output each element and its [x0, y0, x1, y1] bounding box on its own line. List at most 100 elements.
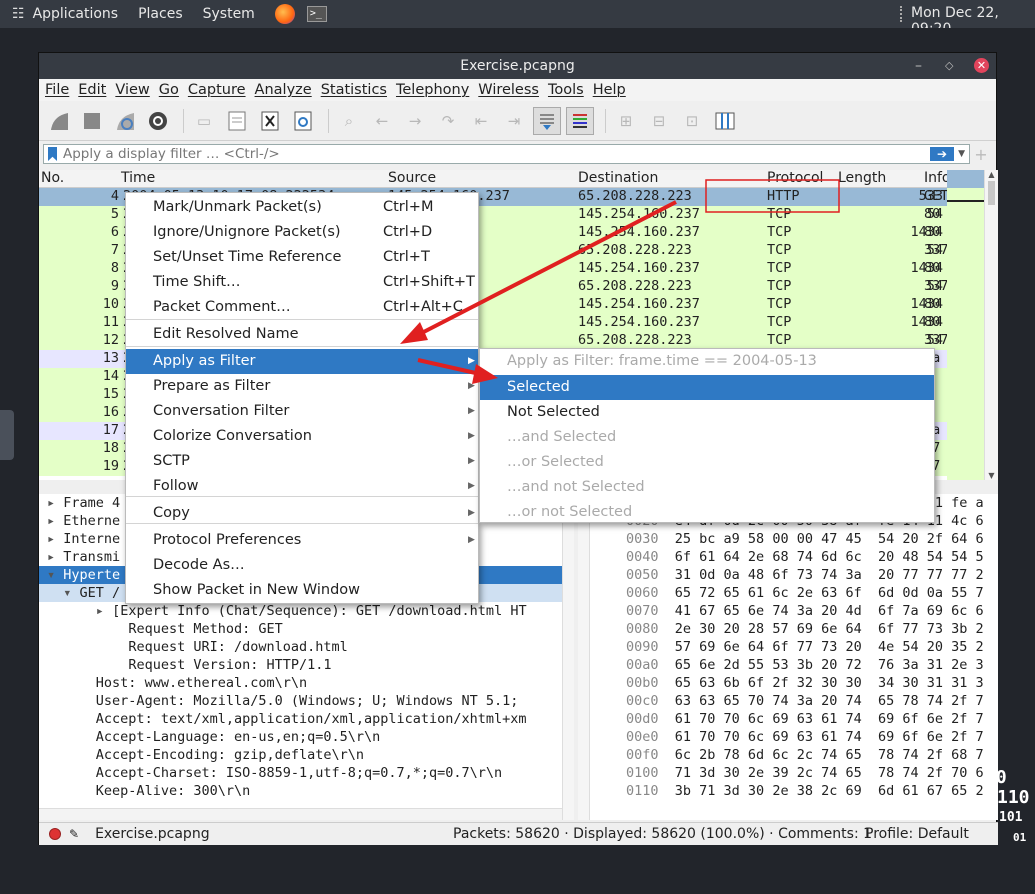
menu-item-apply-as-filter[interactable]: Apply as Filter ▶ — [126, 349, 478, 374]
menu-item-conversation-filter[interactable]: Conversation Filter ▶ — [126, 399, 478, 424]
expander-icon[interactable]: ▾ — [47, 567, 55, 583]
expander-icon[interactable]: ▸ — [47, 513, 55, 529]
expert-info-icon[interactable] — [49, 828, 61, 840]
expander-icon[interactable] — [80, 729, 88, 745]
terminal-icon[interactable]: >_ — [306, 6, 327, 22]
menu-item-ignore-unignore-packet-s[interactable]: Ignore/Unignore Packet(s) Ctrl+D — [126, 220, 478, 245]
add-filter-button-icon[interactable]: + — [970, 145, 992, 164]
menu-item-copy[interactable]: Copy ▶ — [126, 501, 478, 526]
expander-icon[interactable] — [80, 693, 88, 709]
hex-row[interactable]: 0060 65 72 65 61 6c 2e 63 6f 6d 0d 0a 55… — [578, 584, 998, 602]
reload-file-icon[interactable] — [289, 107, 317, 135]
submenu-item-1[interactable]: Selected — [480, 375, 934, 400]
menu-statistics[interactable]: Statistics — [321, 82, 387, 98]
menu-item-follow[interactable]: Follow ▶ — [126, 474, 478, 499]
expander-icon[interactable] — [112, 657, 120, 673]
zoom-in-icon[interactable]: ⊞ — [612, 107, 640, 135]
expander-icon[interactable]: ▸ — [47, 531, 55, 547]
detail-tree-item[interactable]: Keep-Alive: 300\r\n — [39, 782, 562, 800]
menu-item-prepare-as-filter[interactable]: Prepare as Filter ▶ — [126, 374, 478, 399]
go-back-icon[interactable]: ← — [368, 107, 396, 135]
col-no[interactable]: No. — [41, 170, 64, 186]
menu-item-decode-as[interactable]: Decode As… — [126, 553, 478, 578]
hex-row[interactable]: 00b0 65 63 6b 6f 2f 32 30 30 34 30 31 31… — [578, 674, 998, 692]
hex-row[interactable]: 0100 71 3d 30 2e 39 2c 74 65 78 74 2f 70… — [578, 764, 998, 782]
expander-icon[interactable] — [80, 675, 88, 691]
menu-item-sctp[interactable]: SCTP ▶ — [126, 449, 478, 474]
bytes-vscroll[interactable] — [578, 494, 590, 820]
detail-tree-item[interactable]: Request Version: HTTP/1.1 — [39, 656, 562, 674]
zoom-out-icon[interactable]: ⊟ — [645, 107, 673, 135]
capture-comment-icon[interactable]: ✎ — [69, 827, 79, 841]
detail-tree-item[interactable]: Host: www.ethereal.com\r\n — [39, 674, 562, 692]
status-profile[interactable]: Profile: Default — [865, 826, 969, 842]
window-titlebar[interactable]: Exercise.pcapng – ◇ ✕ — [39, 53, 996, 79]
menu-view[interactable]: View — [115, 82, 149, 98]
applications-menu[interactable]: Applications — [33, 6, 119, 22]
menu-help[interactable]: Help — [593, 82, 626, 98]
hex-row[interactable]: 00c0 63 63 65 70 74 3a 20 74 65 78 74 2f… — [578, 692, 998, 710]
menu-item-show-packet-in-new-window[interactable]: Show Packet in New Window — [126, 578, 478, 603]
open-file-icon[interactable]: ▭ — [190, 107, 218, 135]
expander-icon[interactable] — [80, 783, 88, 799]
col-length[interactable]: Length — [838, 170, 886, 186]
hex-row[interactable]: 0090 57 69 6e 64 6f 77 73 20 4e 54 20 35… — [578, 638, 998, 656]
expander-icon[interactable] — [80, 765, 88, 781]
minimize-icon[interactable]: – — [915, 53, 922, 79]
hex-row[interactable]: 0040 6f 61 64 2e 68 74 6d 6c 20 48 54 54… — [578, 548, 998, 566]
dock-handle[interactable] — [0, 410, 14, 460]
autoscroll-icon[interactable] — [533, 106, 561, 135]
menu-go[interactable]: Go — [159, 82, 179, 98]
resize-columns-icon[interactable] — [711, 107, 739, 135]
go-forward-icon[interactable]: → — [401, 107, 429, 135]
expander-icon[interactable]: ▸ — [96, 603, 104, 619]
detail-tree-item[interactable]: ▸ [Expert Info (Chat/Sequence): GET /dow… — [39, 602, 562, 620]
firefox-icon[interactable] — [274, 4, 295, 24]
system-menu[interactable]: System — [203, 6, 255, 22]
first-packet-icon[interactable]: ⇤ — [467, 107, 495, 135]
expander-icon[interactable] — [80, 711, 88, 727]
expander-icon[interactable] — [80, 747, 88, 763]
menu-analyze[interactable]: Analyze — [255, 82, 312, 98]
hex-row[interactable]: 00e0 61 70 70 6c 69 63 61 74 69 6f 6e 2f… — [578, 728, 998, 746]
col-time[interactable]: Time — [121, 170, 155, 186]
hex-row[interactable]: 00f0 6c 2b 78 6d 6c 2c 74 65 78 74 2f 68… — [578, 746, 998, 764]
detail-tree-item[interactable]: Accept-Language: en-us,en;q=0.5\r\n — [39, 728, 562, 746]
places-menu[interactable]: Places — [138, 6, 183, 22]
menu-edit[interactable]: Edit — [78, 82, 106, 98]
start-capture-icon[interactable] — [45, 107, 73, 135]
apply-filter-icon[interactable]: ➔ — [930, 147, 955, 161]
go-to-packet-icon[interactable]: ↷ — [434, 107, 462, 135]
menu-item-colorize-conversation[interactable]: Colorize Conversation ▶ — [126, 424, 478, 449]
hex-row[interactable]: 0080 2e 30 20 28 57 69 6e 64 6f 77 73 3b… — [578, 620, 998, 638]
last-packet-icon[interactable]: ⇥ — [500, 107, 528, 135]
colorize-icon[interactable] — [566, 106, 594, 135]
menu-tools[interactable]: Tools — [548, 82, 584, 98]
expander-icon[interactable] — [112, 621, 120, 637]
menu-item-set-unset-time-reference[interactable]: Set/Unset Time Reference Ctrl+T — [126, 245, 478, 270]
save-file-icon[interactable] — [223, 107, 251, 135]
display-filter-input[interactable]: Apply a display filter … <Ctrl-/> ➔ ▼ — [43, 144, 970, 164]
detail-tree-item[interactable]: Accept-Charset: ISO-8859-1,utf-8;q=0.7,*… — [39, 764, 562, 782]
capture-options-icon[interactable] — [144, 107, 172, 135]
hex-row[interactable]: 0030 25 bc a9 58 00 00 47 45 54 20 2f 64… — [578, 530, 998, 548]
menu-item-edit-resolved-name[interactable]: Edit Resolved Name — [126, 322, 478, 347]
col-source[interactable]: Source — [388, 170, 436, 186]
menu-item-protocol-preferences[interactable]: Protocol Preferences ▶ — [126, 528, 478, 553]
expander-icon[interactable]: ▸ — [47, 495, 55, 511]
close-icon[interactable]: ✕ — [974, 58, 989, 73]
details-hscroll[interactable] — [39, 808, 562, 820]
menu-telephony[interactable]: Telephony — [396, 82, 469, 98]
details-vscroll[interactable] — [562, 494, 574, 820]
detail-tree-item[interactable]: Accept-Encoding: gzip,deflate\r\n — [39, 746, 562, 764]
packet-list-scrollbar[interactable]: ▲ ▼ — [984, 170, 998, 480]
submenu-item-2[interactable]: Not Selected — [480, 400, 934, 425]
stop-capture-icon[interactable] — [78, 107, 106, 135]
menu-item-time-shift[interactable]: Time Shift… Ctrl+Shift+T — [126, 270, 478, 295]
detail-tree-item[interactable]: Accept: text/xml,application/xml,applica… — [39, 710, 562, 728]
hex-row[interactable]: 0110 3b 71 3d 30 2e 38 2c 69 6d 61 67 65… — [578, 782, 998, 800]
col-protocol[interactable]: Protocol — [767, 170, 823, 186]
expander-icon[interactable] — [112, 639, 120, 655]
hex-row[interactable]: 00d0 61 70 70 6c 69 63 61 74 69 6f 6e 2f… — [578, 710, 998, 728]
detail-tree-item[interactable]: User-Agent: Mozilla/5.0 (Windows; U; Win… — [39, 692, 562, 710]
